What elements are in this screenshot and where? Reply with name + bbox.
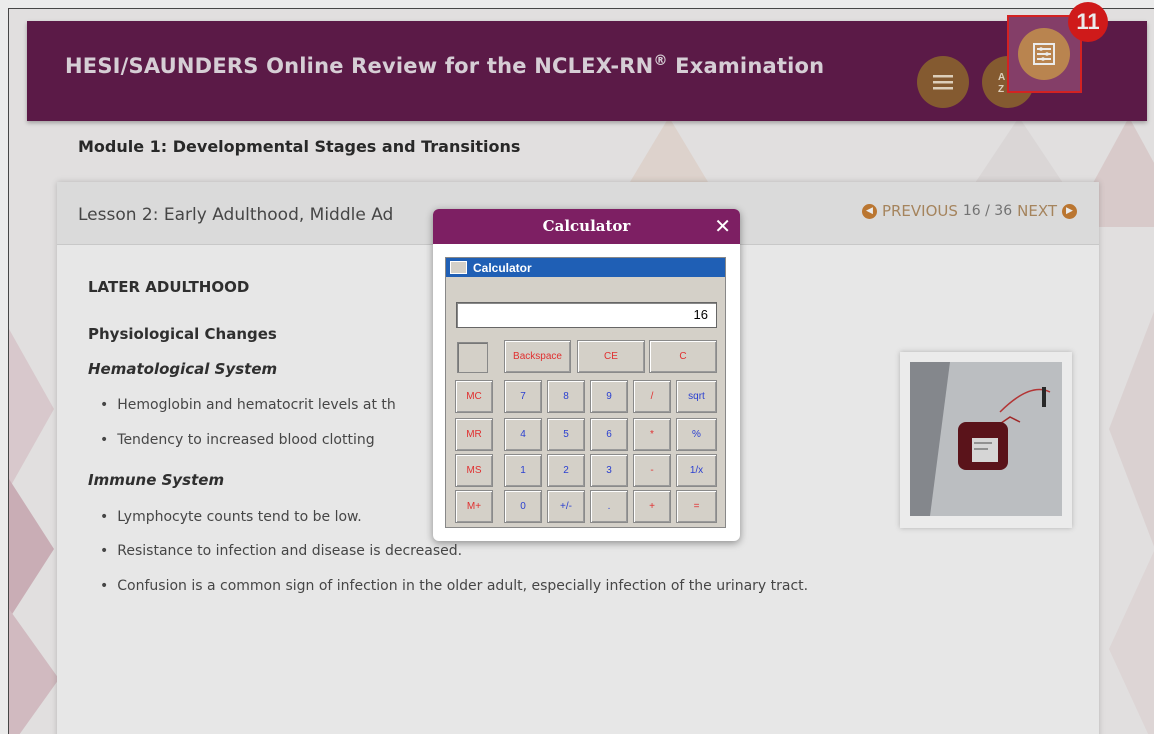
calculator-app-icon [450, 261, 467, 274]
memory-store-button[interactable]: MS [455, 454, 493, 487]
digit-4-button[interactable]: 4 [504, 418, 542, 451]
equals-button[interactable]: = [676, 490, 717, 523]
close-icon[interactable]: ✕ [714, 214, 731, 238]
calculator-window: Calculator 16 Backspace CE C MC 7 8 9 / … [445, 257, 726, 528]
percent-button[interactable]: % [676, 418, 717, 451]
subtract-button[interactable]: - [633, 454, 671, 487]
multiply-button[interactable]: * [633, 418, 671, 451]
memory-clear-button[interactable]: MC [455, 380, 493, 413]
calculator-window-title: Calculator [473, 260, 532, 275]
clear-entry-button[interactable]: CE [577, 340, 645, 373]
memory-add-button[interactable]: M+ [455, 490, 493, 523]
digit-0-button[interactable]: 0 [504, 490, 542, 523]
clear-button[interactable]: C [649, 340, 717, 373]
digit-3-button[interactable]: 3 [590, 454, 628, 487]
memory-recall-button[interactable]: MR [455, 418, 493, 451]
dialog-title: Calculator [542, 217, 631, 235]
add-button[interactable]: + [633, 490, 671, 523]
digit-5-button[interactable]: 5 [547, 418, 585, 451]
decimal-button[interactable]: . [590, 490, 628, 523]
divide-button[interactable]: / [633, 380, 671, 413]
memory-indicator [457, 342, 488, 373]
dialog-header: Calculator ✕ [433, 209, 740, 244]
digit-6-button[interactable]: 6 [590, 418, 628, 451]
calculator-dialog: Calculator ✕ Calculator 16 Backspace CE … [433, 209, 740, 541]
digit-8-button[interactable]: 8 [547, 380, 585, 413]
calculator-display: 16 [456, 302, 717, 328]
digit-9-button[interactable]: 9 [590, 380, 628, 413]
digit-7-button[interactable]: 7 [504, 380, 542, 413]
backspace-button[interactable]: Backspace [504, 340, 571, 373]
digit-1-button[interactable]: 1 [504, 454, 542, 487]
calculator-titlebar: Calculator [446, 258, 725, 277]
reciprocal-button[interactable]: 1/x [676, 454, 717, 487]
digit-2-button[interactable]: 2 [547, 454, 585, 487]
sign-toggle-button[interactable]: +/- [547, 490, 585, 523]
sqrt-button[interactable]: sqrt [676, 380, 717, 413]
